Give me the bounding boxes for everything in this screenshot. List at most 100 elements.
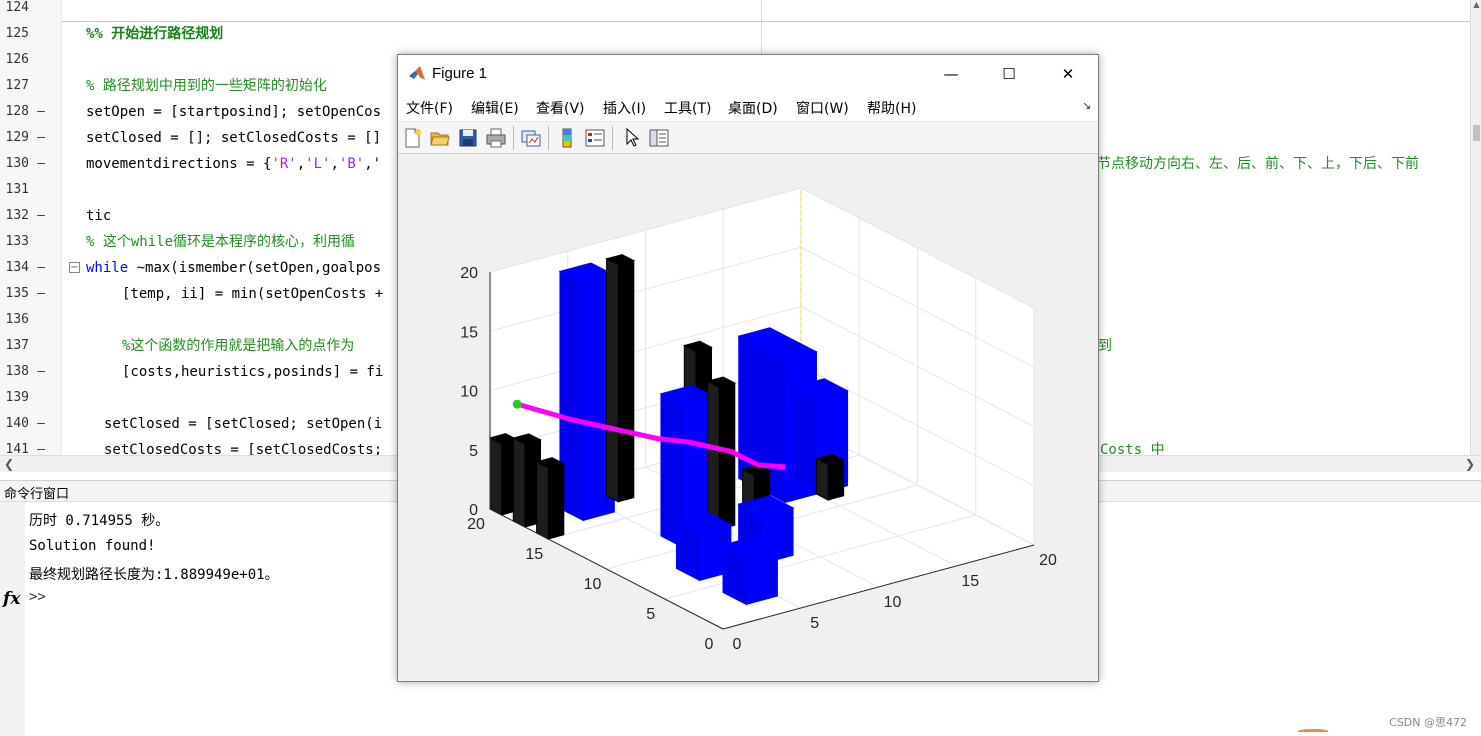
obstacle-face	[827, 459, 845, 501]
open-file-icon[interactable]	[429, 127, 451, 149]
command-window-title: 命令行窗口	[4, 487, 70, 502]
obstacle-face	[512, 437, 526, 528]
z-tick-label: 15	[460, 324, 478, 341]
save-icon[interactable]	[457, 127, 479, 149]
maximize-button[interactable]: ☐	[980, 55, 1038, 93]
line-number: 136	[5, 312, 29, 327]
obstacle-face	[617, 259, 635, 503]
scroll-thumb[interactable]	[1473, 125, 1480, 141]
z-tick-label: 20	[460, 265, 478, 282]
code-text: setClosed = []; setClosedCosts = []	[86, 130, 382, 146]
breakpoint-marker[interactable]: —	[35, 359, 47, 385]
obstacle-face	[606, 257, 619, 503]
code-text: % 路径规划中用到的一些矩阵的初始化	[86, 78, 327, 94]
obstacle-box	[721, 536, 779, 606]
code-text: tic	[86, 208, 112, 224]
command-output-line: 最终规划路径长度为:1.889949e+01。	[29, 567, 279, 583]
x-tick-label: 0	[733, 636, 742, 653]
scroll-left-arrow-icon[interactable]: ❮	[4, 456, 14, 472]
menu-window[interactable]: 窗口(W)	[796, 98, 849, 118]
figure-title: Figure 1	[432, 65, 488, 82]
matlab-logo-icon	[409, 66, 425, 80]
line-number: 127	[5, 78, 29, 93]
editor-line[interactable]: 124	[0, 0, 1470, 21]
x-tick-label: 5	[810, 615, 819, 632]
print-icon[interactable]	[485, 127, 507, 149]
toolbar-separator	[513, 126, 514, 150]
editor-line[interactable]: 125 %% 开始进行路径规划	[0, 21, 1470, 47]
breakpoint-marker[interactable]: —	[35, 151, 47, 177]
command-prompt[interactable]: >>	[29, 589, 46, 605]
link-plot-icon[interactable]	[520, 127, 542, 149]
command-output-line: 历时 0.714955 秒。	[29, 513, 170, 529]
breakpoint-marker[interactable]: —	[35, 437, 47, 455]
line-number: 128	[5, 104, 29, 119]
figure-menubar: 文件(F) 编辑(E) 查看(V) 插入(I) 工具(T) 桌面(D) 窗口(W…	[398, 93, 1098, 121]
x-tick-label: 10	[884, 594, 902, 611]
code-text: movementdirections = {'R','L','B','	[86, 156, 382, 172]
obstacle-face	[815, 457, 829, 501]
obstacle-face	[707, 380, 720, 531]
new-figure-icon[interactable]	[401, 127, 423, 149]
obstacle-face	[745, 547, 778, 606]
scroll-right-arrow-icon[interactable]: ❯	[1465, 456, 1475, 472]
line-number: 125	[5, 26, 29, 41]
code-text: %这个函数的作用就是把输入的点作为	[122, 338, 355, 354]
line-number: 138	[5, 364, 29, 379]
line-number: 124	[5, 0, 29, 15]
code-fold-icon[interactable]: −	[69, 262, 80, 273]
menu-help[interactable]: 帮助(H)	[867, 98, 916, 118]
close-button[interactable]: ✕	[1039, 55, 1097, 93]
pointer-icon[interactable]	[621, 127, 643, 149]
matlab-desktop: 124 125 %% 开始进行路径规划 126 127 % 路径规划中用到的一些矩阵的初始…	[0, 0, 1481, 736]
line-number: 133	[5, 234, 29, 249]
code-comment-fragment: Costs 中	[1100, 442, 1165, 455]
colorbar-icon[interactable]	[556, 127, 578, 149]
breakpoint-marker[interactable]: —	[35, 411, 47, 437]
figure-titlebar[interactable]: Figure 1 — ☐ ✕	[398, 55, 1098, 93]
menu-insert[interactable]: 插入(I)	[603, 98, 646, 118]
function-browser-icon[interactable]: fx	[3, 589, 20, 609]
legend-icon[interactable]	[584, 127, 606, 149]
line-number: 137	[5, 338, 29, 353]
menu-file[interactable]: 文件(F)	[406, 98, 453, 118]
code-text: setOpen = [startposind]; setOpenCos	[86, 104, 382, 120]
figure-window[interactable]: Figure 1 — ☐ ✕ 文件(F) 编辑(E) 查看(V) 插入(I) 工…	[397, 54, 1099, 682]
x-tick-label: 20	[1039, 552, 1057, 569]
obstacle-face	[547, 463, 565, 540]
line-number: 134	[5, 260, 29, 275]
plot-area[interactable]: 0 5 10 15 20 0 5 10 15 20 0 5 10 15 20	[398, 155, 1098, 681]
code-comment-fragment: 节点移动方向右、左、后、前、下、上，下后、下前	[1097, 156, 1419, 172]
command-gutter	[0, 502, 25, 736]
breakpoint-marker[interactable]: —	[35, 255, 47, 281]
menu-desktop[interactable]: 桌面(D)	[728, 98, 778, 118]
line-number: 139	[5, 390, 29, 405]
3d-bar-chart[interactable]: 051015200510152005101520	[398, 155, 1098, 681]
breakpoint-marker[interactable]: —	[35, 125, 47, 151]
keyword: while	[86, 260, 129, 276]
toolbar-separator	[548, 126, 549, 150]
code-text: [costs,heuristics,posinds] = fi	[122, 364, 384, 380]
figure-toolbar	[398, 121, 1098, 154]
obstacle-box	[605, 254, 636, 503]
line-number: 131	[5, 182, 29, 197]
minimize-button[interactable]: —	[922, 55, 980, 93]
obstacle-box	[535, 457, 566, 540]
line-number: 132	[5, 208, 29, 223]
property-inspector-icon[interactable]	[648, 127, 670, 149]
dock-arrow-icon[interactable]: ↘	[1082, 99, 1091, 112]
menu-tools[interactable]: 工具(T)	[664, 98, 711, 118]
breakpoint-marker[interactable]: —	[35, 281, 47, 307]
menu-view[interactable]: 查看(V)	[536, 98, 585, 118]
breakpoint-marker[interactable]: —	[35, 99, 47, 125]
scroll-up-arrow-icon[interactable]: ▲	[1471, 0, 1481, 10]
x-tick-label: 15	[961, 573, 979, 590]
breakpoint-marker[interactable]: —	[35, 203, 47, 229]
code-text: setClosedCosts = [setClosedCosts;	[104, 442, 383, 455]
y-tick-label: 10	[584, 576, 602, 593]
menu-edit[interactable]: 编辑(E)	[471, 98, 519, 118]
line-number: 141	[5, 442, 29, 455]
start-point	[512, 399, 522, 409]
editor-vertical-scrollbar[interactable]: ▲	[1470, 0, 1481, 455]
y-tick-label: 5	[646, 606, 655, 623]
